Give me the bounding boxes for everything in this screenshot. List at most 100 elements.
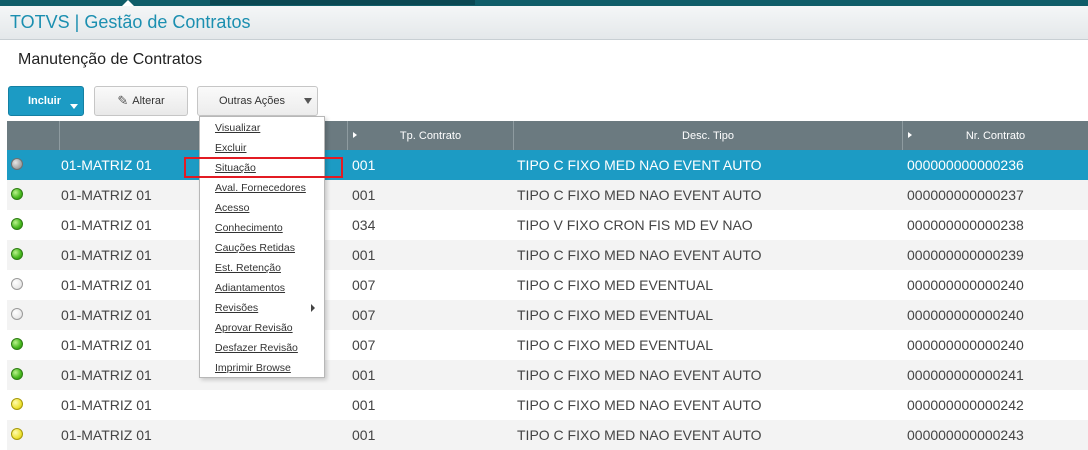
cell-desc-tipo: TIPO C FIXO MED NAO EVENT AUTO xyxy=(517,187,762,203)
pencil-icon: ✎ xyxy=(117,93,129,108)
cell-tp-contrato: 001 xyxy=(352,157,376,173)
grid-body: 01-MATRIZ 01 001 TIPO C FIXO MED NAO EVENT… xyxy=(7,150,1088,450)
cell-tp-contrato: 001 xyxy=(352,367,376,383)
cell-filial: 01-MATRIZ 01 xyxy=(61,217,152,233)
cell-filial: 01-MATRIZ 01 xyxy=(61,427,152,443)
header-tp-contrato[interactable]: Tp. Contrato xyxy=(347,121,513,150)
menu-item[interactable]: Revisões xyxy=(215,300,258,316)
cell-tp-contrato: 001 xyxy=(352,187,376,203)
cell-filial: 01-MATRIZ 01 xyxy=(61,247,152,263)
menu-item[interactable]: Acesso xyxy=(215,200,249,216)
cell-nr-contrato: 000000000000240 xyxy=(907,277,1024,293)
header-tp-contrato-label: Tp. Contrato xyxy=(399,129,462,142)
table-row[interactable]: 01-MATRIZ 01 001 TIPO C FIXO MED NAO EVENT… xyxy=(7,150,1088,180)
grid-header: F Tp. Contrato Desc. Tipo Nr. Contrato xyxy=(7,121,1088,150)
contracts-grid: F Tp. Contrato Desc. Tipo Nr. Contrato 0… xyxy=(7,121,1088,450)
header-desc-tipo[interactable]: Desc. Tipo xyxy=(513,121,902,150)
menu-item[interactable]: Cauções Retidas xyxy=(215,240,295,256)
cell-nr-contrato: 000000000000236 xyxy=(907,157,1024,173)
cell-filial: 01-MATRIZ 01 xyxy=(61,367,152,383)
header-status[interactable] xyxy=(7,121,59,150)
submenu-arrow-icon xyxy=(311,304,315,312)
cell-nr-contrato: 000000000000243 xyxy=(907,427,1024,443)
status-light-icon xyxy=(11,218,23,230)
menu-item[interactable]: Imprimir Browse xyxy=(215,360,291,376)
sort-arrow-icon xyxy=(353,132,357,138)
cell-filial: 01-MATRIZ 01 xyxy=(61,277,152,293)
cell-nr-contrato: 000000000000239 xyxy=(907,247,1024,263)
menu-item[interactable]: Aprovar Revisão xyxy=(215,320,293,336)
cell-nr-contrato: 000000000000241 xyxy=(907,367,1024,383)
app-title: TOTVS | Gestão de Contratos xyxy=(10,12,251,32)
top-tab-strip xyxy=(210,0,475,5)
cell-desc-tipo: TIPO C FIXO MED NAO EVENT AUTO xyxy=(517,157,762,173)
menu-item[interactable]: Aval. Fornecedores xyxy=(215,180,306,196)
status-light-icon xyxy=(11,338,23,350)
outras-acoes-menu: Visualizar Excluir Situação Aval. Fornecedo… xyxy=(199,116,325,378)
cell-filial: 01-MATRIZ 01 xyxy=(61,397,152,413)
cell-desc-tipo: TIPO V FIXO CRON FIS MD EV NAO xyxy=(517,217,753,233)
table-row[interactable]: 01-MATRIZ 01 007 TIPO C FIXO MED EVENTUAL 0… xyxy=(7,270,1088,300)
cell-nr-contrato: 000000000000237 xyxy=(907,187,1024,203)
table-row[interactable]: 01-MATRIZ 01 001 TIPO C FIXO MED NAO EVENT… xyxy=(7,240,1088,270)
cell-nr-contrato: 000000000000242 xyxy=(907,397,1024,413)
cell-nr-contrato: 000000000000240 xyxy=(907,337,1024,353)
menu-item[interactable]: Est. Retenção xyxy=(215,260,281,276)
cell-tp-contrato: 007 xyxy=(352,337,376,353)
cell-tp-contrato: 001 xyxy=(352,397,376,413)
cell-tp-contrato: 001 xyxy=(352,247,376,263)
cell-desc-tipo: TIPO C FIXO MED EVENTUAL xyxy=(517,277,714,293)
table-row[interactable]: 01-MATRIZ 01 034 TIPO V FIXO CRON FIS MD E… xyxy=(7,210,1088,240)
cell-tp-contrato: 007 xyxy=(352,307,376,323)
cell-desc-tipo: TIPO C FIXO MED NAO EVENT AUTO xyxy=(517,367,762,383)
incluir-button[interactable]: Incluir xyxy=(8,86,84,116)
sort-arrow-icon xyxy=(908,132,912,138)
table-row[interactable]: 01-MATRIZ 01 001 TIPO C FIXO MED NAO EVENT… xyxy=(7,390,1088,420)
chevron-down-icon xyxy=(304,98,312,104)
cell-tp-contrato: 034 xyxy=(352,217,376,233)
outras-acoes-label: Outras Ações xyxy=(219,95,286,107)
table-row[interactable]: 01-MATRIZ 01 007 TIPO C FIXO MED EVENTUAL 0… xyxy=(7,300,1088,330)
status-light-icon xyxy=(11,278,23,290)
cell-filial: 01-MATRIZ 01 xyxy=(61,337,152,353)
menu-item[interactable]: Visualizar xyxy=(215,120,260,136)
cell-tp-contrato: 007 xyxy=(352,277,376,293)
table-row[interactable]: 01-MATRIZ 01 001 TIPO C FIXO MED NAO EVENT… xyxy=(7,360,1088,390)
app-header: TOTVS | Gestão de Contratos xyxy=(0,6,1088,40)
chevron-down-icon[interactable] xyxy=(70,104,78,109)
status-light-icon xyxy=(11,368,23,380)
alterar-label: Alterar xyxy=(132,95,165,107)
header-nr-contrato[interactable]: Nr. Contrato xyxy=(902,121,1088,150)
situacao-highlight-box xyxy=(184,157,343,178)
menu-item[interactable]: Adiantamentos xyxy=(215,280,285,296)
status-light-icon xyxy=(11,158,23,170)
cell-filial: 01-MATRIZ 01 xyxy=(61,187,152,203)
status-light-icon xyxy=(11,188,23,200)
alterar-button[interactable]: ✎ Alterar xyxy=(94,86,188,116)
status-light-icon xyxy=(11,248,23,260)
menu-item[interactable]: Conhecimento xyxy=(215,220,283,236)
header-nr-contrato-label: Nr. Contrato xyxy=(965,129,1026,142)
incluir-label: Incluir xyxy=(28,95,62,107)
cell-desc-tipo: TIPO C FIXO MED NAO EVENT AUTO xyxy=(517,427,762,443)
status-light-icon xyxy=(11,308,23,320)
table-row[interactable]: 01-MATRIZ 01 007 TIPO C FIXO MED EVENTUAL 0… xyxy=(7,330,1088,360)
menu-item[interactable]: Excluir xyxy=(215,140,247,156)
table-row[interactable]: 01-MATRIZ 01 001 TIPO C FIXO MED NAO EVENT… xyxy=(7,180,1088,210)
cell-nr-contrato: 000000000000238 xyxy=(907,217,1024,233)
status-light-icon xyxy=(11,428,23,440)
cell-desc-tipo: TIPO C FIXO MED EVENTUAL xyxy=(517,307,714,323)
header-desc-tipo-label: Desc. Tipo xyxy=(682,129,734,142)
status-light-icon xyxy=(11,398,23,410)
cell-desc-tipo: TIPO C FIXO MED NAO EVENT AUTO xyxy=(517,247,762,263)
outras-acoes-button[interactable]: Outras Ações xyxy=(197,86,318,116)
menu-item[interactable]: Desfazer Revisão xyxy=(215,340,298,356)
table-row[interactable]: 01-MATRIZ 01 001 TIPO C FIXO MED NAO EVENT… xyxy=(7,420,1088,450)
cell-nr-contrato: 000000000000240 xyxy=(907,307,1024,323)
page-title: Manutenção de Contratos xyxy=(18,51,203,68)
cell-desc-tipo: TIPO C FIXO MED EVENTUAL xyxy=(517,337,714,353)
cell-desc-tipo: TIPO C FIXO MED NAO EVENT AUTO xyxy=(517,397,762,413)
cell-filial: 01-MATRIZ 01 xyxy=(61,307,152,323)
cell-tp-contrato: 001 xyxy=(352,427,376,443)
cell-filial: 01-MATRIZ 01 xyxy=(61,157,152,173)
